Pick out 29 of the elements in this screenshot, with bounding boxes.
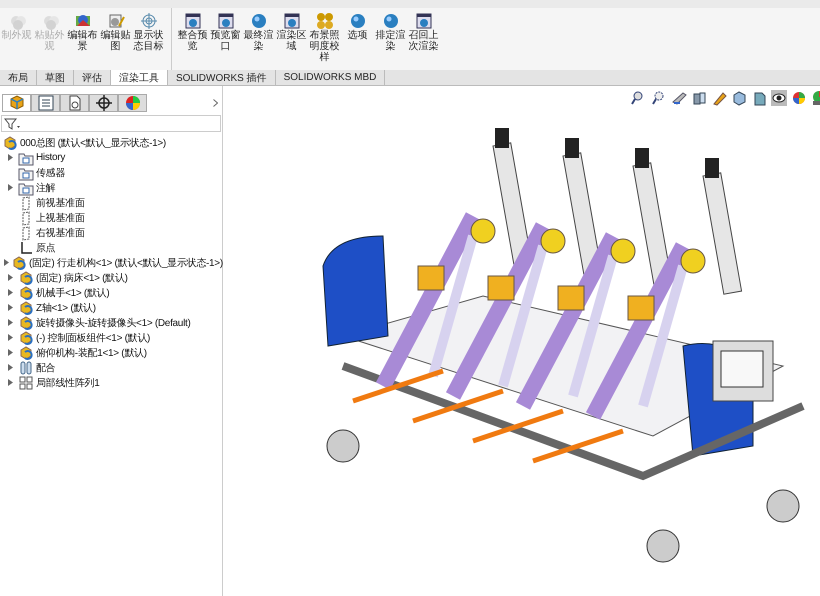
tree-item[interactable]: History — [36, 152, 66, 163]
tree-item[interactable]: 上视基准面 — [36, 210, 85, 224]
tree-item[interactable]: (-) 控制面板组件<1> (默认) — [36, 330, 150, 344]
tree-item[interactable]: 机械手<1> (默认) — [36, 286, 110, 300]
ribbon-button[interactable]: 排定渲染 — [374, 12, 407, 52]
tree-item[interactable]: 000总图 (默认<默认_显示状态-1>) — [20, 136, 166, 150]
ribbon-button[interactable]: 选项 — [341, 12, 374, 41]
ribbon-button[interactable]: 召回上次渲染 — [407, 12, 440, 52]
ribbon-button[interactable]: 编辑布景 — [66, 12, 99, 52]
ribbon-button[interactable]: 编辑贴图 — [99, 12, 132, 52]
tree-item[interactable]: Z轴<1> (默认) — [36, 300, 96, 314]
tree-item[interactable]: 传感器 — [36, 166, 66, 180]
ribbon-button[interactable]: 整合预览 — [176, 12, 209, 52]
tree-item[interactable]: (固定) 行走机构<1> (默认<默认_显示状态-1>) — [29, 256, 223, 270]
ribbon-button[interactable]: 显示状态目标 — [132, 12, 165, 52]
tree-item[interactable]: 右视基准面 — [36, 226, 85, 240]
tree-item[interactable]: 旋转摄像头-旋转摄像头<1> (Default) — [36, 316, 190, 330]
tree-item[interactable]: (固定) 病床<1> (默认) — [36, 270, 128, 284]
tree-item[interactable]: 前视基准面 — [36, 196, 85, 210]
tree-item[interactable]: 注解 — [36, 180, 56, 194]
ribbon-button[interactable]: 渲染区域 — [275, 12, 308, 52]
ribbon-tab[interactable]: 渲染工具 — [111, 70, 168, 85]
tree-item[interactable]: 局部线性阵列1 — [36, 376, 100, 390]
ribbon-button[interactable]: 布景照明度校样 — [308, 12, 341, 63]
tree-item[interactable]: 配合 — [36, 360, 56, 374]
tree-item[interactable]: 原点 — [36, 240, 56, 254]
ribbon-button[interactable]: 最终渲染 — [242, 12, 275, 52]
ribbon-button[interactable]: 预览窗口 — [209, 12, 242, 52]
tree-item[interactable]: 俯仰机构-装配1<1> (默认) — [36, 346, 147, 360]
